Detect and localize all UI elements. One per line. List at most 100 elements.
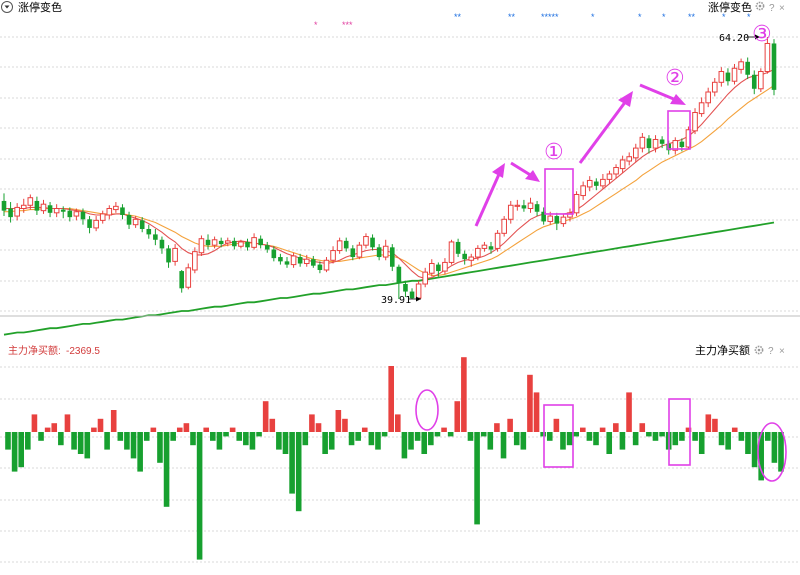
candle-body — [264, 245, 270, 250]
bar-positive — [579, 427, 586, 432]
signal-star-blue: ***** — [541, 12, 559, 22]
candle-up — [106, 205, 113, 220]
candle-body — [1, 200, 7, 211]
candle-body — [60, 209, 66, 212]
candle-body — [705, 91, 711, 104]
candle-body — [224, 240, 231, 244]
bar-positive — [110, 410, 117, 432]
candle-body — [93, 219, 99, 229]
bar-negative — [124, 432, 130, 450]
candle-body — [679, 141, 685, 148]
bar-negative — [295, 432, 302, 512]
bar-negative — [619, 432, 626, 450]
bar-negative — [236, 432, 243, 441]
bar-negative — [480, 432, 487, 437]
candle-body — [462, 253, 467, 260]
candle-body — [290, 255, 297, 266]
candle-up — [363, 233, 369, 249]
candle-up — [527, 197, 534, 213]
candle-down — [521, 199, 527, 212]
bar-positive — [229, 427, 236, 432]
bar-negative — [698, 432, 705, 454]
candle-up — [415, 280, 422, 299]
candle-body — [639, 136, 646, 149]
candle-body — [323, 259, 330, 271]
bar-positive — [309, 414, 315, 432]
candle-body — [422, 271, 428, 285]
bar-negative — [210, 432, 216, 441]
candle-body — [501, 218, 507, 234]
top-panel-header: 涨停变色 涨停变色 ? × — [1, 0, 785, 14]
bar-positive — [91, 427, 97, 432]
candle-body — [132, 218, 139, 226]
bar-negative — [77, 432, 84, 454]
candle-body — [53, 208, 60, 214]
candle-body — [692, 112, 698, 132]
bar-negative — [467, 432, 474, 441]
candle-down — [389, 244, 395, 272]
candle-body — [80, 211, 86, 220]
candle-body — [185, 267, 192, 288]
bar-negative — [163, 432, 170, 507]
ma-mid-line — [4, 85, 775, 276]
candle-up — [711, 77, 718, 97]
candle-body — [436, 264, 441, 272]
candle-body — [764, 42, 771, 73]
annotation-box-1 — [544, 168, 574, 215]
candle-up — [481, 241, 488, 252]
candle-body — [534, 204, 540, 212]
bar-negative — [143, 432, 150, 441]
candle-down — [179, 269, 184, 293]
settings-icon[interactable] — [755, 1, 765, 11]
candle-down — [745, 57, 750, 80]
candle-up — [336, 237, 343, 254]
candle-body — [238, 241, 244, 247]
bar-negative — [71, 432, 77, 450]
candle-body — [336, 240, 343, 252]
candle-down — [554, 212, 560, 231]
bar-negative — [560, 432, 566, 450]
bar-positive — [527, 374, 533, 432]
candle-body — [284, 261, 290, 265]
bar-negative — [368, 432, 375, 446]
bar-negative — [401, 432, 408, 459]
close-icon[interactable]: × — [779, 346, 785, 357]
candle-up — [698, 97, 705, 117]
candle-body — [317, 264, 323, 270]
help-icon[interactable]: ? — [769, 3, 775, 14]
bar-negative — [256, 432, 262, 437]
candle-body — [356, 244, 363, 258]
ma-long-line — [3, 221, 775, 336]
candle-body — [554, 216, 560, 224]
candle-body — [205, 239, 211, 246]
settings-icon[interactable] — [754, 345, 764, 355]
candle-body — [613, 167, 619, 175]
close-icon[interactable]: × — [779, 3, 785, 14]
candle-up — [356, 241, 363, 260]
bar-negative — [540, 432, 546, 437]
bar-negative — [302, 432, 309, 446]
bar-negative — [322, 432, 328, 454]
candle-body — [343, 240, 349, 249]
candle-body — [251, 237, 257, 248]
candle-body — [626, 156, 633, 162]
candle-up — [573, 191, 580, 217]
candle-up — [40, 199, 47, 214]
candle-down — [284, 257, 290, 268]
bar-positive — [626, 392, 632, 432]
candle-down — [436, 262, 441, 277]
candle-body — [725, 72, 731, 82]
candle-up — [626, 152, 633, 166]
candle-body — [179, 271, 184, 289]
candle-up — [758, 68, 764, 93]
candle-body — [586, 179, 593, 188]
help-icon[interactable]: ? — [768, 346, 774, 357]
bottom-right-label: 主力净买额 — [695, 343, 750, 357]
candle-body — [488, 246, 494, 250]
bar-positive — [335, 410, 342, 432]
candle-body — [745, 61, 750, 75]
bar-positive — [712, 418, 718, 432]
dropdown-icon[interactable] — [1, 1, 13, 13]
candle-body — [698, 102, 705, 115]
candle-body — [403, 284, 408, 292]
